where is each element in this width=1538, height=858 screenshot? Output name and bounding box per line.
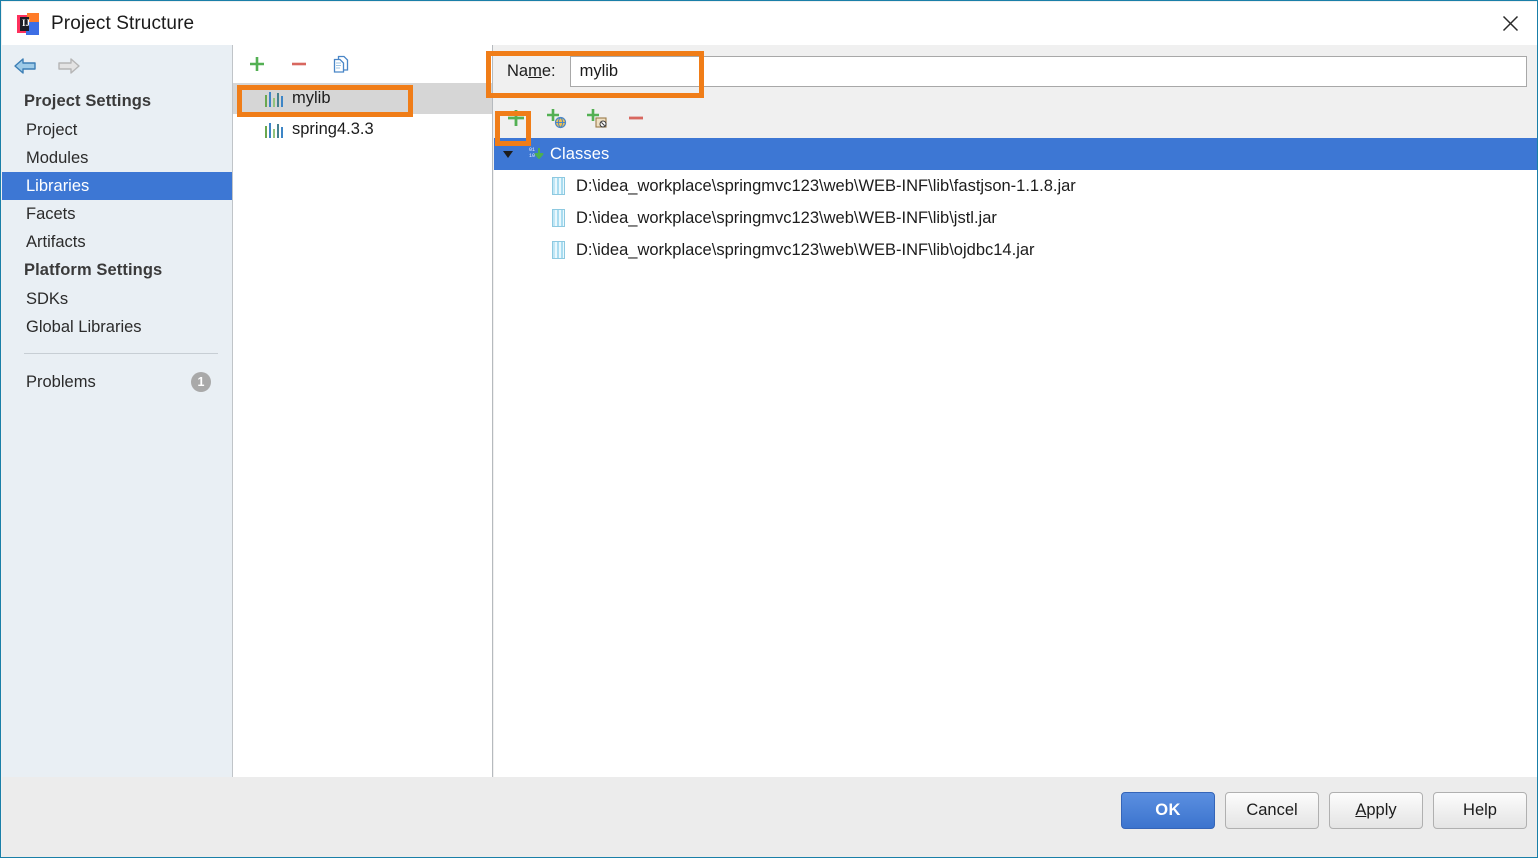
jar-icon xyxy=(552,177,565,195)
library-name-label: spring4.3.3 xyxy=(292,120,374,138)
dialog-button-row: OK Cancel Apply Help xyxy=(1121,792,1527,829)
add-from-url-button[interactable] xyxy=(543,105,569,131)
sidebar-item-facets[interactable]: Facets xyxy=(2,200,232,228)
help-button[interactable]: Help xyxy=(1433,792,1527,829)
library-list-item-mylib[interactable]: mylib xyxy=(233,83,492,114)
cancel-button[interactable]: Cancel xyxy=(1225,792,1319,829)
triangle-down-icon[interactable] xyxy=(494,147,522,161)
sidebar-item-global-libraries[interactable]: Global Libraries xyxy=(2,313,232,341)
tree-node-classes[interactable]: 01 10 Classes xyxy=(494,138,1537,170)
apply-button[interactable]: Apply xyxy=(1329,792,1423,829)
sidebar-group-project-settings: Project Settings xyxy=(24,92,152,110)
library-list-panel: mylib spring4.3.3 xyxy=(233,45,493,777)
problems-label: Problems xyxy=(26,372,96,391)
title-bar: IJ Project Structure xyxy=(2,2,1537,45)
arrow-right-icon[interactable] xyxy=(55,56,82,76)
sidebar-item-artifacts[interactable]: Artifacts xyxy=(2,228,232,256)
library-roots-tree: 01 10 Classes D:\idea_workplace\springmv… xyxy=(494,138,1537,777)
copy-icon xyxy=(333,55,349,73)
sidebar-item-problems[interactable]: Problems 1 xyxy=(2,366,232,398)
remove-library-button[interactable] xyxy=(286,51,312,77)
library-name-input[interactable] xyxy=(569,56,1527,87)
add-library-button[interactable] xyxy=(244,51,270,77)
classes-download-icon: 01 10 xyxy=(522,145,550,163)
close-button[interactable] xyxy=(1482,2,1537,45)
svg-text:10: 10 xyxy=(529,153,535,159)
sidebar-item-sdks[interactable]: SDKs xyxy=(2,285,232,313)
sidebar-item-modules[interactable]: Modules xyxy=(2,144,232,172)
library-list-item-spring433[interactable]: spring4.3.3 xyxy=(233,114,492,145)
jar-icon xyxy=(552,209,565,227)
sidebar: Project Settings Project Modules Librari… xyxy=(2,45,233,777)
jar-icon xyxy=(552,241,565,259)
copy-library-button[interactable] xyxy=(328,51,354,77)
project-structure-dialog: IJ Project Structure Project Settings Pr… xyxy=(0,0,1538,858)
name-row: Name: xyxy=(494,45,1537,98)
sidebar-item-project[interactable]: Project xyxy=(2,116,232,144)
minus-icon xyxy=(292,62,306,66)
plus-icon xyxy=(250,57,264,71)
tree-leaf-jar[interactable]: D:\idea_workplace\springmvc123\web\WEB-I… xyxy=(494,170,1537,202)
library-roots-toolbar xyxy=(494,98,1537,138)
name-label: Name: xyxy=(507,62,556,80)
library-icon xyxy=(265,91,284,107)
problems-count-badge: 1 xyxy=(191,372,211,392)
tree-leaf-jar[interactable]: D:\idea_workplace\springmvc123\web\WEB-I… xyxy=(494,202,1537,234)
logo-letters: IJ xyxy=(22,17,31,28)
plus-package-icon xyxy=(587,109,607,128)
sidebar-group-platform-settings: Platform Settings xyxy=(24,261,163,279)
library-name-label: mylib xyxy=(292,89,331,107)
sidebar-item-libraries[interactable]: Libraries xyxy=(2,172,232,200)
plus-globe-icon xyxy=(547,109,567,129)
dialog-footer: OK Cancel Apply Help xyxy=(2,777,1537,857)
dialog-title: Project Structure xyxy=(51,12,195,34)
tree-node-label: Classes xyxy=(550,144,610,163)
minus-icon xyxy=(629,116,643,120)
intellij-logo-icon: IJ xyxy=(17,12,39,35)
jar-path-label: D:\idea_workplace\springmvc123\web\WEB-I… xyxy=(576,176,1076,195)
library-detail-panel: Name: mylib 01 10 Classes D:\idea_workpl… xyxy=(494,45,1537,777)
add-root-button[interactable] xyxy=(503,105,529,131)
add-from-module-button[interactable] xyxy=(583,105,609,131)
jar-path-label: D:\idea_workplace\springmvc123\web\WEB-I… xyxy=(576,208,997,227)
jar-path-label: D:\idea_workplace\springmvc123\web\WEB-I… xyxy=(576,240,1035,259)
library-list-toolbar xyxy=(233,45,492,83)
ok-button[interactable]: OK xyxy=(1121,792,1215,829)
arrow-left-icon[interactable] xyxy=(12,56,39,76)
plus-icon xyxy=(508,110,524,126)
remove-root-button[interactable] xyxy=(623,105,649,131)
tree-leaf-jar[interactable]: D:\idea_workplace\springmvc123\web\WEB-I… xyxy=(494,234,1537,266)
sidebar-divider xyxy=(24,353,218,354)
navigation-arrows xyxy=(2,45,232,87)
close-icon xyxy=(1502,15,1518,32)
library-icon xyxy=(265,122,284,138)
